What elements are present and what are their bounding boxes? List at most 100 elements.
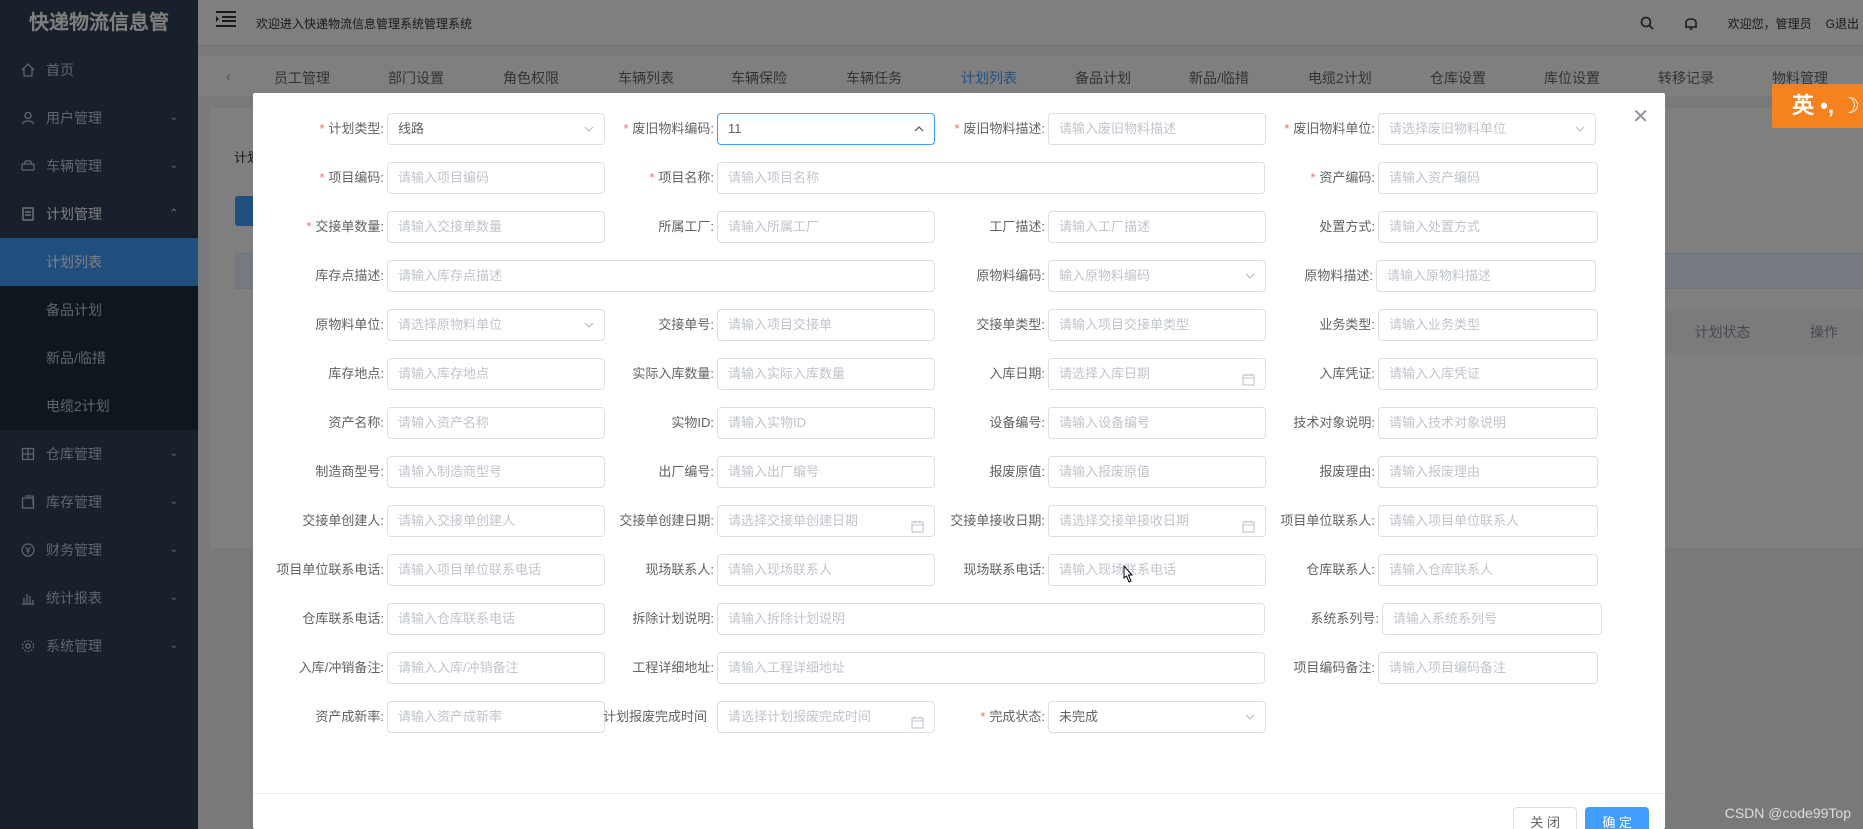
label-text: 入库日期: [989, 366, 1045, 381]
field-placeholder: 请输入项目编码 [398, 170, 490, 185]
label-text: 交接单创建日期: [619, 513, 714, 528]
label-text: 废旧物料编码: [632, 121, 714, 136]
field-placeholder: 请输入处置方式 [1389, 219, 1481, 234]
scrap-original-value-label: 报废原值: [865, 456, 1045, 488]
inbound-voucher-label: 入库凭证: [1195, 358, 1375, 390]
field-placeholder: 请选择原物料单位 [398, 317, 503, 332]
field-placeholder: 请输入废旧物料描述 [1059, 121, 1177, 136]
label-text: 资产名称: [328, 415, 384, 430]
storage-location-label: 库存地点: [204, 358, 384, 390]
label-text: 工程详细地址: [632, 660, 714, 675]
field-placeholder: 请输入技术对象说明 [1389, 415, 1507, 430]
project-code-note-input[interactable]: 请输入项目编码备注 [1378, 652, 1598, 684]
storage-point-desc-input[interactable]: 请输入库存点描述 [387, 260, 935, 292]
field-placeholder: 请输入交接单数量 [398, 219, 503, 234]
required-asterisk: * [306, 219, 312, 234]
field-placeholder: 请输入项目单位联系人 [1389, 513, 1520, 528]
scrap-reason-input[interactable]: 请输入报废理由 [1378, 456, 1598, 488]
label-text: 计划类型: [328, 121, 384, 136]
label-text: 报废原值: [989, 464, 1045, 479]
label-text: 技术对象说明: [1293, 415, 1375, 430]
required-asterisk: * [954, 121, 960, 136]
project-unit-contact-input[interactable]: 请输入项目单位联系人 [1378, 505, 1598, 537]
required-asterisk: * [980, 709, 986, 724]
field-placeholder: 请输入项目编码备注 [1389, 660, 1507, 675]
label-text: 原物料描述: [1304, 268, 1373, 283]
handover-quantity-label: * 交接单数量: [204, 211, 384, 243]
label-text: 业务类型: [1319, 317, 1375, 332]
actual-inbound-qty-label: 实际入库数量: [534, 358, 714, 390]
scrap-material-unit-select[interactable]: 请选择废旧物料单位 [1378, 113, 1596, 145]
asset-newness-rate-label: 资产成新率: [204, 701, 384, 733]
scrap-reason-label: 报废理由: [1195, 456, 1375, 488]
field-placeholder: 请输入现场联系人 [728, 562, 833, 577]
field-placeholder: 请输入实际入库数量 [728, 366, 846, 381]
label-text: 实际入库数量: [632, 366, 714, 381]
project-name-input[interactable]: 请输入项目名称 [717, 162, 1265, 194]
label-text: 项目编码备注: [1293, 660, 1375, 675]
required-asterisk: * [649, 170, 655, 185]
equipment-number-label: 设备编号: [865, 407, 1045, 439]
removal-plan-desc-input[interactable]: 请输入拆除计划说明 [717, 603, 1265, 635]
mouse-cursor-icon [1123, 565, 1134, 583]
label-text: 制造商型号: [315, 464, 384, 479]
original-material-desc-input[interactable]: 请输入原物料描述 [1376, 260, 1596, 292]
field-placeholder: 请选择废旧物料单位 [1389, 121, 1507, 136]
project-address-label: 工程详细地址: [534, 652, 714, 684]
watermark: CSDN @code99Top [1724, 805, 1851, 821]
completion-status-label: * 完成状态: [865, 701, 1045, 733]
project-unit-contact-label: 项目单位联系人: [1195, 505, 1375, 537]
field-placeholder: 请输入设备编号 [1059, 415, 1151, 430]
warehouse-phone-label: 仓库联系电话: [204, 603, 384, 635]
disposal-method-input[interactable]: 请输入处置方式 [1378, 211, 1598, 243]
label-text: 入库/冲销备注: [298, 660, 384, 675]
field-placeholder: 请输入项目交接单 [728, 317, 833, 332]
business-type-input[interactable]: 请输入业务类型 [1378, 309, 1598, 341]
factory-label: 所属工厂: [534, 211, 714, 243]
project-unit-phone-label: 项目单位联系电话: [204, 554, 384, 586]
asset-code-input[interactable]: 请输入资产编码 [1378, 162, 1598, 194]
warehouse-contact-input[interactable]: 请输入仓库联系人 [1378, 554, 1598, 586]
field-placeholder: 输入原物料编码 [1059, 268, 1151, 283]
physical-id-label: 实物ID: [534, 407, 714, 439]
cancel-button[interactable]: 关 闭 [1513, 807, 1577, 829]
scrap-material-code-label: * 废旧物料编码: [534, 113, 714, 145]
label-text: 交接单类型: [976, 317, 1045, 332]
plan-edit-dialog: ✕ 关 闭 确 定 * 计划类型: 线路 * 废旧物料编码: 11 * 废旧物料描述: 请输入废… [253, 93, 1665, 829]
confirm-button[interactable]: 确 定 [1585, 807, 1649, 829]
field-placeholder: 请输入拆除计划说明 [728, 611, 846, 626]
business-type-label: 业务类型: [1195, 309, 1375, 341]
project-address-input[interactable]: 请输入工程详细地址 [717, 652, 1265, 684]
label-text: 系统系列号: [1310, 611, 1379, 626]
field-placeholder: 请输入入库/冲销备注 [398, 660, 519, 675]
label-text: 资产成新率: [315, 709, 384, 724]
original-material-desc-label: 原物料描述: [1193, 260, 1373, 292]
system-serial-label: 系统系列号: [1199, 603, 1379, 635]
completion-status-select[interactable]: 未完成 [1048, 701, 1266, 733]
label-text: 交接单数量: [315, 219, 384, 234]
field-placeholder: 请输入报废原值 [1059, 464, 1151, 479]
removal-plan-desc-label: 拆除计划说明: [534, 603, 714, 635]
asset-newness-rate-input[interactable]: 请输入资产成新率 [387, 701, 605, 733]
original-material-unit-label: 原物料单位: [204, 309, 384, 341]
tech-object-desc-input[interactable]: 请输入技术对象说明 [1378, 407, 1598, 439]
dialog-footer-divider [253, 793, 1665, 794]
disposal-method-label: 处置方式: [1195, 211, 1375, 243]
ime-indicator[interactable]: 英 •, ☽ [1772, 84, 1863, 128]
label-text: 入库凭证: [1319, 366, 1375, 381]
field-placeholder: 请输入库存点描述 [398, 268, 503, 283]
label-text: 拆除计划说明: [632, 611, 714, 626]
inbound-voucher-input[interactable]: 请输入入库凭证 [1378, 358, 1598, 390]
field-placeholder: 请输入工厂描述 [1059, 219, 1151, 234]
label-text: 资产编码: [1319, 170, 1375, 185]
scrap-material-desc-label: * 废旧物料描述: [865, 113, 1045, 145]
system-serial-input[interactable]: 请输入系统系列号 [1382, 603, 1602, 635]
label-text: 计划报废完成时间 [603, 709, 708, 724]
field-placeholder: 请输入项目单位联系电话 [398, 562, 542, 577]
field-placeholder: 请输入资产成新率 [398, 709, 503, 724]
chevron-down-icon [1245, 702, 1255, 732]
planned-scrap-completion-label: 计划报废完成时间 [603, 701, 714, 733]
close-icon[interactable]: ✕ [1632, 107, 1649, 127]
label-text: 设备编号: [989, 415, 1045, 430]
handover-number-label: 交接单号: [534, 309, 714, 341]
